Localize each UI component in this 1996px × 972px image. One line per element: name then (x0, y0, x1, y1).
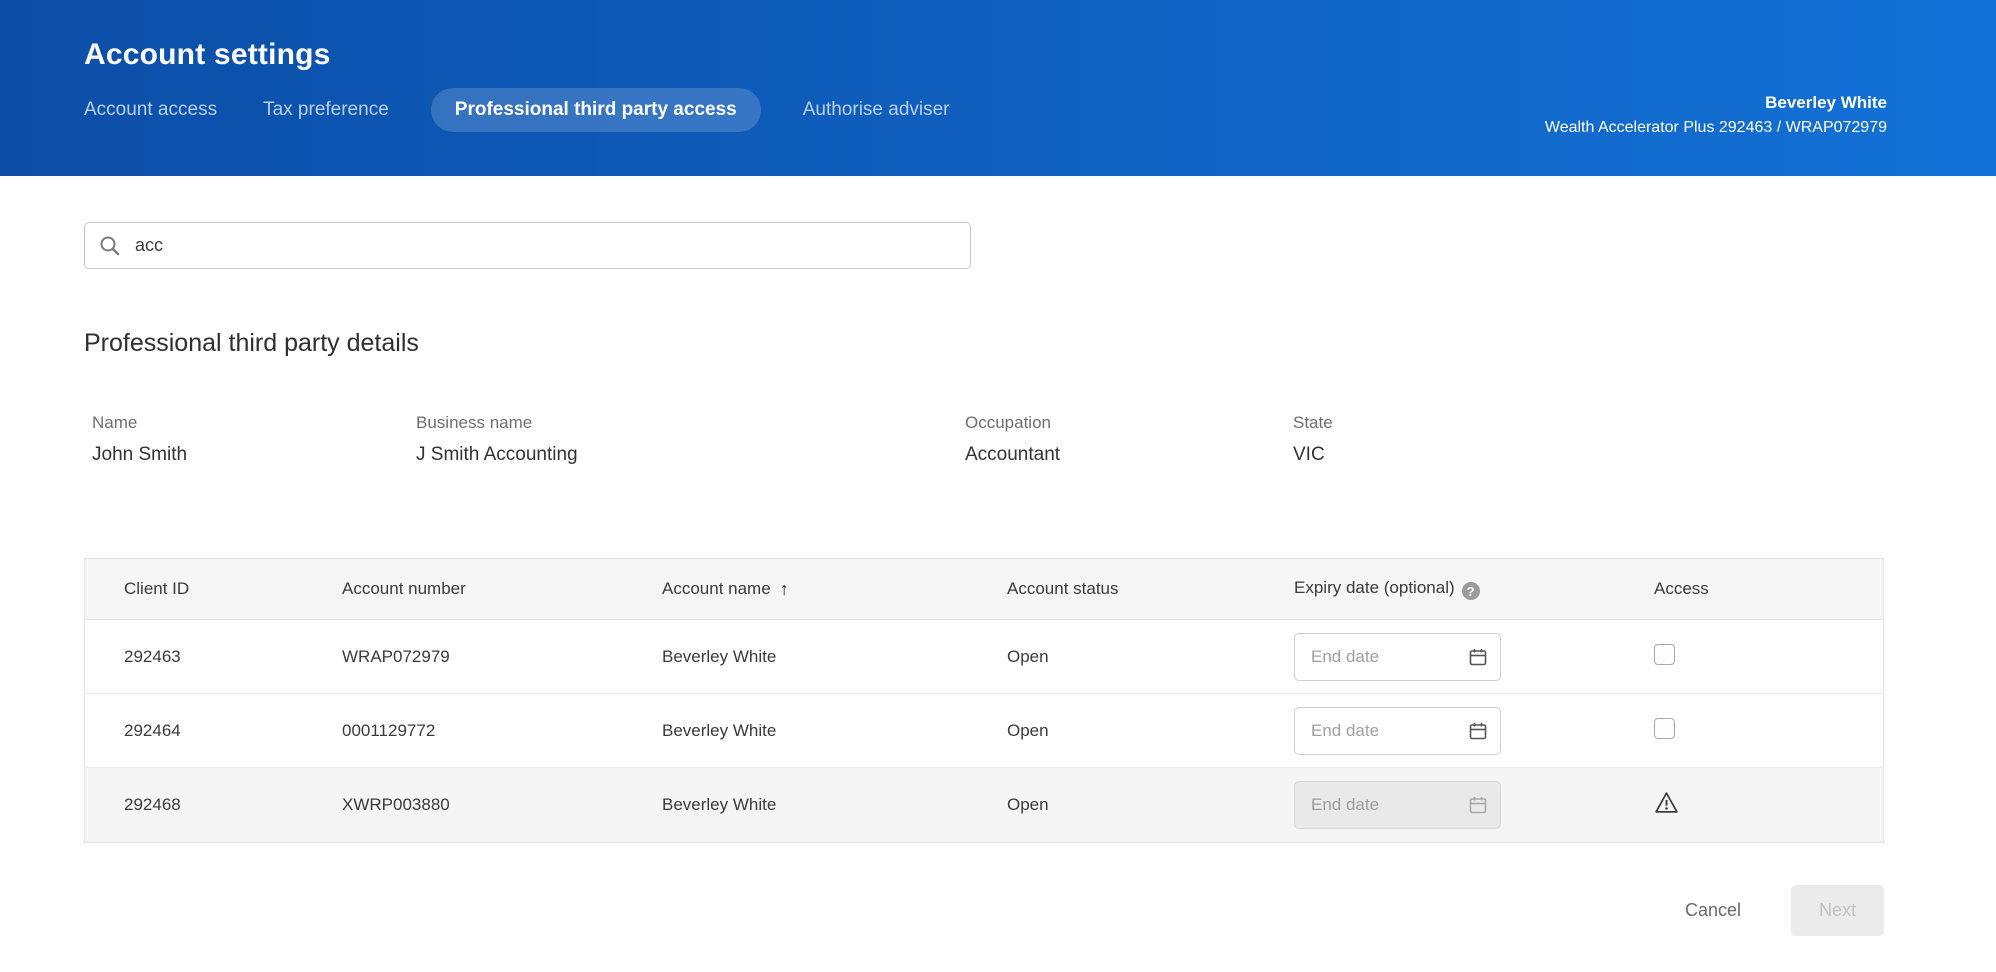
detail-label: Name (92, 413, 138, 432)
column-header-expiry-date: Expiry date (optional)? (1294, 578, 1654, 601)
end-date-field[interactable] (1294, 706, 1501, 755)
search-input[interactable] (133, 234, 956, 257)
cell-account-name: Beverley White (662, 795, 777, 814)
column-header-account-status: Account status (1007, 579, 1119, 598)
end-date-field[interactable] (1294, 632, 1501, 681)
tab-authorise-adviser[interactable]: Authorise adviser (803, 99, 950, 121)
tab-tax-preference[interactable]: Tax preference (263, 99, 389, 121)
cell-account-status: Open (1007, 646, 1049, 666)
column-header-label: Expiry date (optional) (1294, 577, 1455, 597)
cell-access (1654, 791, 1883, 819)
cell-account-name: Beverley White (662, 646, 777, 666)
account-context: Beverley White Wealth Accelerator Plus 2… (1545, 94, 1887, 136)
access-checkbox[interactable] (1654, 717, 1675, 739)
cell-expiry-date (1294, 706, 1654, 755)
access-checkbox[interactable] (1654, 643, 1675, 665)
calendar-icon[interactable] (1468, 647, 1488, 667)
search-icon (99, 235, 121, 257)
tab-account-access[interactable]: Account access (84, 99, 217, 121)
sort-ascending-icon[interactable]: ↑ (780, 579, 789, 600)
next-button[interactable]: Next (1790, 885, 1884, 936)
cell-account-name: Beverley White (662, 720, 777, 740)
table-row: 292464 0001129772 Beverley White Open (85, 694, 1883, 768)
column-header-label: Account name (662, 578, 771, 598)
end-date-input[interactable] (1309, 719, 1468, 742)
detail-value: Accountant (965, 444, 1061, 465)
tab-professional-third-party-access[interactable]: Professional third party access (430, 88, 761, 132)
calendar-icon[interactable] (1468, 721, 1488, 741)
cell-expiry-date (1294, 632, 1654, 681)
search-bar[interactable] (84, 222, 971, 269)
table-row: 292463 WRAP072979 Beverley White Open (85, 620, 1883, 694)
detail-occupation: Occupation Accountant (965, 413, 1293, 466)
detail-state: State VIC (1293, 413, 1333, 466)
column-header-client-id: Client ID (124, 579, 190, 598)
cell-client-id: 292464 (124, 720, 181, 740)
cell-expiry-date (1294, 781, 1654, 829)
section-heading: Professional third party details (84, 329, 419, 357)
calendar-icon (1468, 795, 1488, 815)
cell-account-number: 0001129772 (342, 720, 436, 740)
cell-client-id: 292468 (124, 795, 181, 814)
help-icon[interactable]: ? (1461, 582, 1480, 601)
detail-label: Occupation (965, 413, 1051, 432)
end-date-input (1309, 794, 1468, 816)
detail-label: State (1293, 413, 1333, 432)
end-date-input[interactable] (1309, 645, 1468, 668)
detail-value: J Smith Accounting (416, 444, 578, 465)
cell-account-number: XWRP003880 (342, 795, 450, 814)
cancel-button[interactable]: Cancel (1685, 900, 1741, 921)
column-header-account-name[interactable]: Account name ↑ (662, 579, 1007, 600)
detail-label: Business name (416, 413, 533, 432)
cell-access (1654, 717, 1883, 744)
accounts-table: Client ID Account number Account name ↑ A… (84, 558, 1884, 843)
end-date-field-disabled (1294, 781, 1501, 829)
cell-account-number: WRAP072979 (342, 646, 450, 666)
cell-client-id: 292463 (124, 646, 181, 666)
table-header-row: Client ID Account number Account name ↑ A… (85, 559, 1883, 620)
cell-account-status: Open (1007, 720, 1049, 740)
column-header-account-number: Account number (342, 579, 466, 598)
footer-actions: Cancel Next (84, 885, 1884, 936)
detail-name: Name John Smith (92, 413, 416, 466)
detail-value: John Smith (92, 444, 188, 465)
detail-value: VIC (1293, 444, 1325, 465)
warning-icon (1654, 791, 1679, 814)
detail-business-name: Business name J Smith Accounting (416, 413, 965, 466)
table-row: 292468 XWRP003880 Beverley White Open (85, 768, 1883, 842)
page-header: Account settings Account access Tax pref… (0, 0, 1996, 176)
account-description: Wealth Accelerator Plus 292463 / WRAP072… (1544, 119, 1887, 136)
cell-access (1654, 643, 1883, 670)
client-name: Beverley White (1765, 93, 1887, 112)
column-header-access: Access (1654, 579, 1709, 598)
page-title: Account settings (84, 38, 331, 71)
third-party-details: Name John Smith Business name J Smith Ac… (92, 413, 1912, 466)
cell-account-status: Open (1007, 795, 1049, 814)
